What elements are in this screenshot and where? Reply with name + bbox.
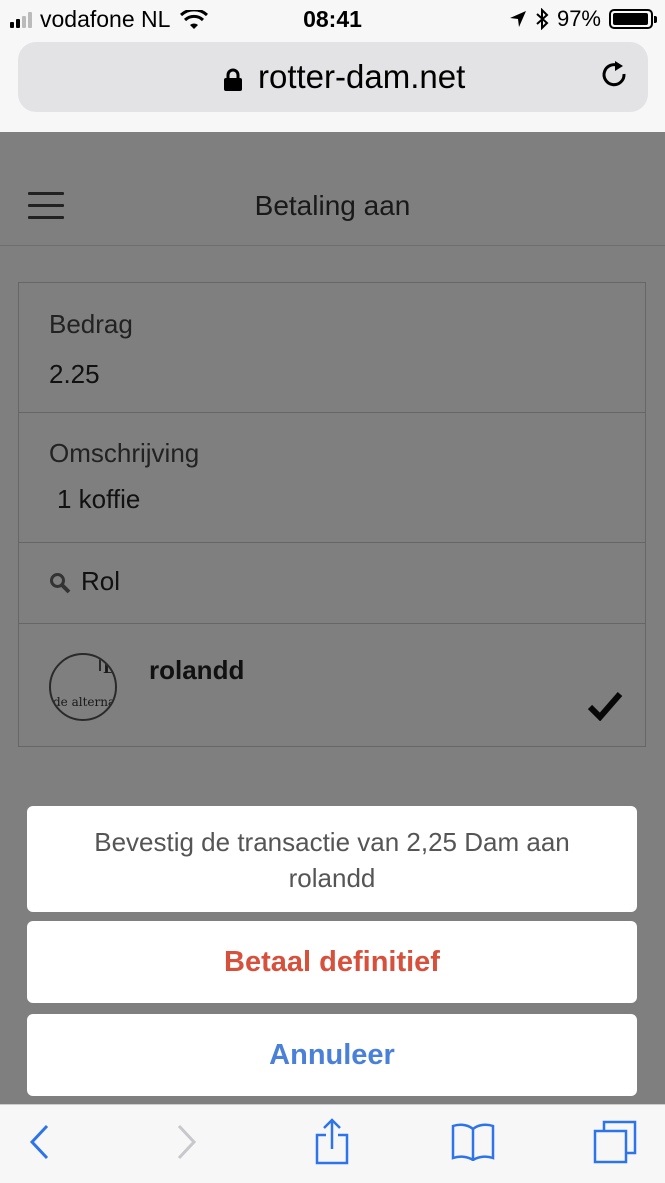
forward-icon[interactable] [176, 1123, 198, 1161]
share-icon[interactable] [314, 1117, 350, 1165]
status-bar: vodafone NL 08:41 97% [0, 0, 665, 38]
battery-percentage: 97% [556, 6, 601, 31]
confirm-payment-button[interactable]: Betaal definitief [27, 921, 637, 1003]
lock-icon [224, 68, 242, 91]
location-arrow-icon [509, 11, 526, 27]
browser-bar: rotter-dam.net [0, 38, 665, 132]
tabs-icon[interactable] [592, 1119, 638, 1165]
url-text: rotter-dam.net [258, 58, 466, 95]
browser-toolbar [0, 1104, 665, 1183]
back-icon[interactable] [28, 1123, 50, 1161]
cancel-button[interactable]: Annuleer [27, 1014, 637, 1096]
battery-icon [609, 9, 657, 29]
address-bar[interactable]: rotter-dam.net [18, 42, 648, 112]
bookmarks-icon[interactable] [450, 1121, 496, 1161]
confirmation-message-line1: Bevestig de transactie van 2,25 Dam aan [94, 827, 570, 857]
bluetooth-icon [536, 8, 549, 30]
status-right: 97% [509, 6, 657, 32]
confirmation-message: Bevestig de transactie van 2,25 Dam aan … [27, 806, 637, 912]
reload-icon[interactable] [600, 60, 630, 92]
confirmation-message-line2: rolandd [288, 863, 376, 893]
